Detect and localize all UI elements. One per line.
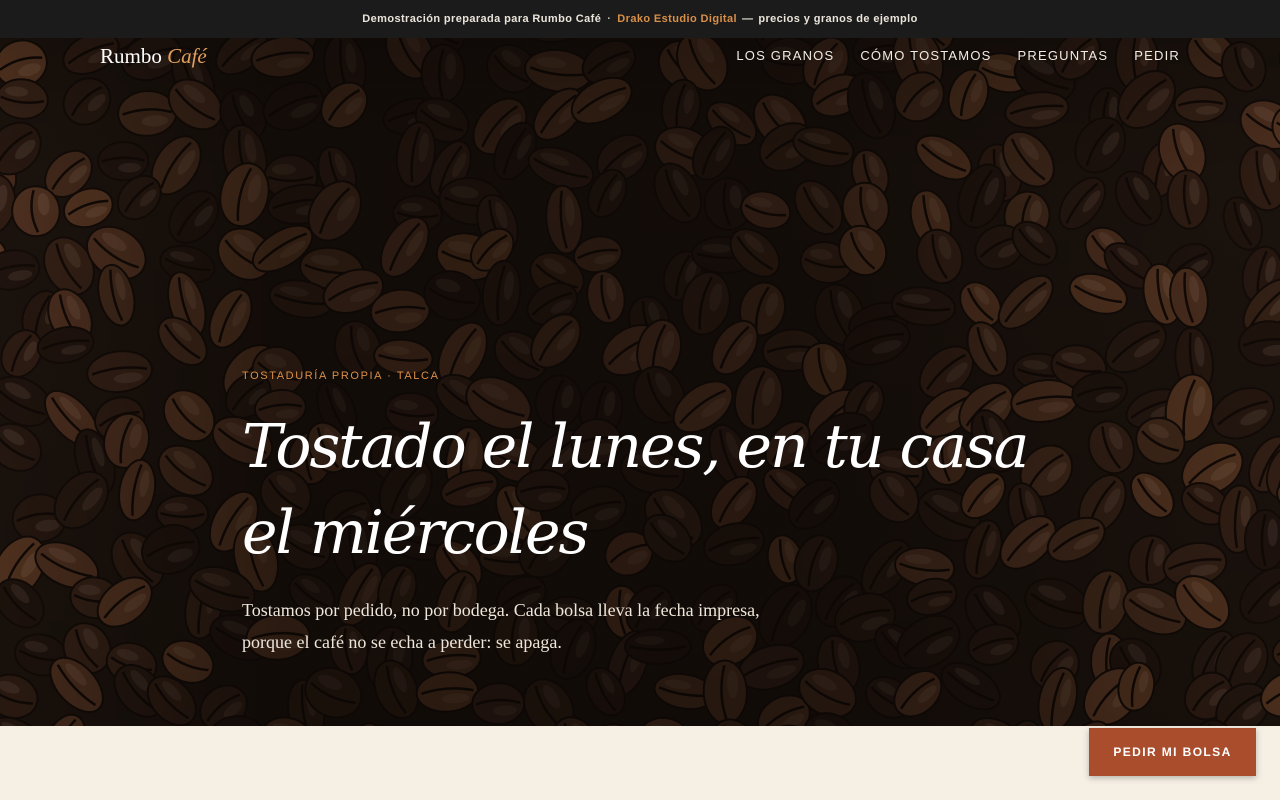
brand-logo[interactable]: Rumbo Café xyxy=(100,44,207,69)
hero-lede: Tostamos por pedido, no por bodega. Cada… xyxy=(242,600,760,652)
hero-eyebrow: TOSTADURÍA PROPIA · TALCA xyxy=(242,370,440,382)
order-bag-button[interactable]: PEDIR MI BOLSA xyxy=(1089,728,1256,776)
main-nav: Rumbo Café LOS GRANOS CÓMO TOSTAMOS PREG… xyxy=(0,38,1280,76)
nav-item-los-granos[interactable]: LOS GRANOS xyxy=(736,48,834,63)
demo-banner-separator: · xyxy=(607,13,612,25)
hero-headline: Tostado el lunes, en tu casa el miércole… xyxy=(242,412,1029,568)
hero-section: Rumbo Café LOS GRANOS CÓMO TOSTAMOS PREG… xyxy=(0,38,1280,726)
nav-item-pedir[interactable]: PEDIR xyxy=(1134,48,1180,63)
demo-banner-suffix: precios y granos de ejemplo xyxy=(758,13,918,25)
studio-link[interactable]: Drako Estudio Digital xyxy=(617,13,737,25)
demo-banner-text: Demostración preparada para Rumbo Café xyxy=(362,13,602,25)
brand-accent: Café xyxy=(167,44,207,68)
nav-item-como-tostamos[interactable]: CÓMO TOSTAMOS xyxy=(860,48,991,63)
demo-banner-dash: — xyxy=(741,13,754,25)
brand-name: Rumbo xyxy=(100,44,162,68)
nav-menu: LOS GRANOS CÓMO TOSTAMOS PREGUNTAS PEDIR xyxy=(736,48,1180,63)
nav-item-preguntas[interactable]: PREGUNTAS xyxy=(1018,48,1109,63)
demo-banner: Demostración preparada para Rumbo Café ·… xyxy=(0,0,1280,38)
content-start-band xyxy=(0,726,1280,800)
